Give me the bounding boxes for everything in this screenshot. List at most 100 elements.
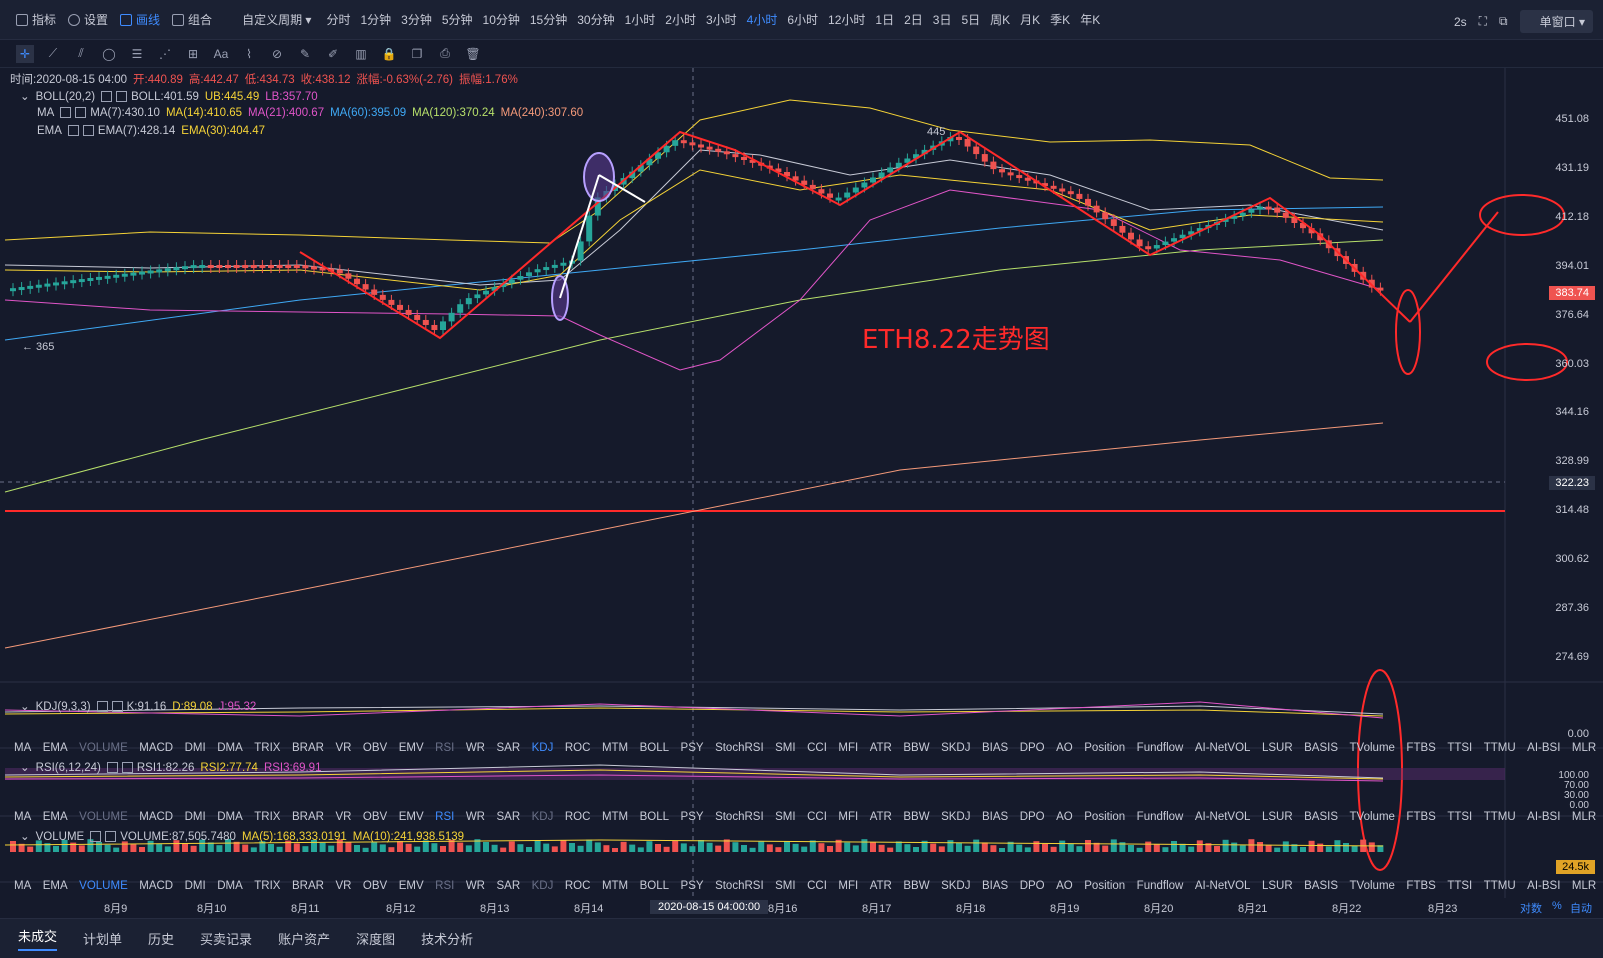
period-2[interactable]: 3分钟: [401, 11, 432, 28]
indicator-tab-position[interactable]: Position: [1084, 880, 1125, 892]
trash-icon[interactable]: 🗑: [464, 45, 482, 63]
indicator-tab-vr[interactable]: VR: [335, 880, 351, 892]
pattern-icon[interactable]: ⌇: [240, 45, 258, 63]
indicator-tab-sar[interactable]: SAR: [496, 880, 520, 892]
indicator-tab-trix[interactable]: TRIX: [254, 811, 280, 823]
settings-icon[interactable]: [67, 125, 79, 137]
indicator-tab-tvolume[interactable]: TVolume: [1350, 811, 1395, 823]
indicator-tab-fundflow[interactable]: Fundflow: [1137, 742, 1184, 754]
indicator-tab-bbw[interactable]: BBW: [903, 742, 929, 754]
indicator-tab-obv[interactable]: OBV: [363, 742, 387, 754]
ruler-icon[interactable]: ▥: [352, 45, 370, 63]
close-icon[interactable]: [111, 701, 123, 713]
indicator-tab-wr[interactable]: WR: [466, 811, 485, 823]
pen-icon[interactable]: ✐: [324, 45, 342, 63]
indicator-tab-fundflow[interactable]: Fundflow: [1137, 880, 1184, 892]
indicator-tab-stochrsi[interactable]: StochRSI: [715, 811, 764, 823]
period-8[interactable]: 2小时: [665, 11, 696, 28]
indicator-tab-dmi[interactable]: DMI: [185, 811, 206, 823]
period-13[interactable]: 1日: [875, 11, 894, 28]
settings-icon[interactable]: [101, 91, 113, 103]
indicator-tab-bias[interactable]: BIAS: [982, 742, 1008, 754]
indicator-tab-psy[interactable]: PSY: [681, 880, 704, 892]
indicator-tab-bbw[interactable]: BBW: [903, 811, 929, 823]
indicator-tab-emv[interactable]: EMV: [399, 880, 424, 892]
indicator-tab-ai-bsi[interactable]: AI-BSI: [1527, 742, 1560, 754]
custom-period-select[interactable]: 自定义周期 ▾: [242, 11, 311, 28]
indicator-tab-mfi[interactable]: MFI: [838, 811, 858, 823]
grid-icon[interactable]: ⊞: [184, 45, 202, 63]
period-5[interactable]: 15分钟: [530, 11, 567, 28]
period-0[interactable]: 分时: [326, 11, 350, 28]
period-15[interactable]: 3日: [933, 11, 952, 28]
indicator-tab-mtm[interactable]: MTM: [602, 742, 628, 754]
fib-icon[interactable]: ☰: [128, 45, 146, 63]
bottom-tab-1[interactable]: 计划单: [83, 929, 122, 948]
period-12[interactable]: 12小时: [828, 11, 865, 28]
indicator-tab-ema[interactable]: EMA: [43, 811, 68, 823]
indicator-tab-emv[interactable]: EMV: [399, 742, 424, 754]
close-icon[interactable]: [121, 762, 133, 774]
settings-icon[interactable]: [60, 107, 72, 119]
indicator-button[interactable]: 指标: [16, 11, 56, 28]
indicator-tab-ema[interactable]: EMA: [43, 880, 68, 892]
indicator-tab-ai-bsi[interactable]: AI-BSI: [1527, 811, 1560, 823]
indicator-tab-brar[interactable]: BRAR: [292, 880, 324, 892]
indicator-tab-mlr[interactable]: MLR: [1572, 742, 1596, 754]
indicator-tab-dpo[interactable]: DPO: [1020, 742, 1045, 754]
indicator-tab-fundflow[interactable]: Fundflow: [1137, 811, 1184, 823]
indicator-tab-ttmu[interactable]: TTMU: [1484, 811, 1516, 823]
indicator-tab-trix[interactable]: TRIX: [254, 880, 280, 892]
period-10[interactable]: 4小时: [747, 11, 778, 28]
period-14[interactable]: 2日: [904, 11, 923, 28]
indicator-tab-atr[interactable]: ATR: [870, 880, 892, 892]
indicator-tab-obv[interactable]: OBV: [363, 880, 387, 892]
period-20[interactable]: 年K: [1080, 11, 1100, 28]
period-16[interactable]: 5日: [961, 11, 980, 28]
indicator-tab-cci[interactable]: CCI: [807, 742, 827, 754]
indicator-tab-ao[interactable]: AO: [1056, 811, 1073, 823]
indicator-tab-bbw[interactable]: BBW: [903, 880, 929, 892]
indicator-tab-macd[interactable]: MACD: [139, 742, 173, 754]
indicator-tab-dpo[interactable]: DPO: [1020, 880, 1045, 892]
indicator-tab-smi[interactable]: SMI: [775, 811, 795, 823]
indicator-tab-basis[interactable]: BASIS: [1304, 742, 1338, 754]
indicator-tab-psy[interactable]: PSY: [681, 742, 704, 754]
indicator-tab-atr[interactable]: ATR: [870, 811, 892, 823]
collapse-icon[interactable]: ⌄: [20, 831, 30, 843]
indicator-tab-ttmu[interactable]: TTMU: [1484, 880, 1516, 892]
indicator-tab-position[interactable]: Position: [1084, 742, 1125, 754]
indicator-tab-ao[interactable]: AO: [1056, 880, 1073, 892]
indicator-tab-volume[interactable]: VOLUME: [79, 811, 128, 823]
indicator-tab-roc[interactable]: ROC: [565, 811, 591, 823]
settings-icon[interactable]: [96, 701, 108, 713]
indicator-tab-basis[interactable]: BASIS: [1304, 880, 1338, 892]
draw-line-button[interactable]: 画线: [120, 11, 160, 28]
indicator-tab-macd[interactable]: MACD: [139, 811, 173, 823]
close-icon[interactable]: [105, 831, 117, 843]
collapse-icon[interactable]: ⌄: [20, 701, 30, 713]
indicator-tab-mfi[interactable]: MFI: [838, 880, 858, 892]
indicator-tab-basis[interactable]: BASIS: [1304, 811, 1338, 823]
settings-icon[interactable]: [90, 831, 102, 843]
period-18[interactable]: 月K: [1020, 11, 1040, 28]
period-19[interactable]: 季K: [1050, 11, 1070, 28]
indicator-tab-mtm[interactable]: MTM: [602, 811, 628, 823]
indicator-tab-ftbs[interactable]: FTBS: [1406, 880, 1435, 892]
indicator-tab-rsi[interactable]: RSI: [435, 742, 454, 754]
indicator-tab-skdj[interactable]: SKDJ: [941, 811, 970, 823]
indicator-tab-atr[interactable]: ATR: [870, 742, 892, 754]
indicator-tab-position[interactable]: Position: [1084, 811, 1125, 823]
indicator-tab-ftbs[interactable]: FTBS: [1406, 811, 1435, 823]
indicator-tab-ttsi[interactable]: TTSI: [1447, 742, 1472, 754]
chart-canvas[interactable]: ETH8.22走势图 445 ← 365: [0, 68, 1603, 918]
axis-mode-0[interactable]: 对数: [1520, 900, 1542, 916]
indicator-tab-stochrsi[interactable]: StochRSI: [715, 880, 764, 892]
indicator-tab-skdj[interactable]: SKDJ: [941, 880, 970, 892]
bottom-tab-2[interactable]: 历史: [148, 929, 174, 948]
copy-icon[interactable]: ❐: [408, 45, 426, 63]
close-icon[interactable]: [75, 107, 87, 119]
settings-icon[interactable]: [106, 762, 118, 774]
indicator-tab-ttmu[interactable]: TTMU: [1484, 742, 1516, 754]
wave-icon[interactable]: ⋰: [156, 45, 174, 63]
